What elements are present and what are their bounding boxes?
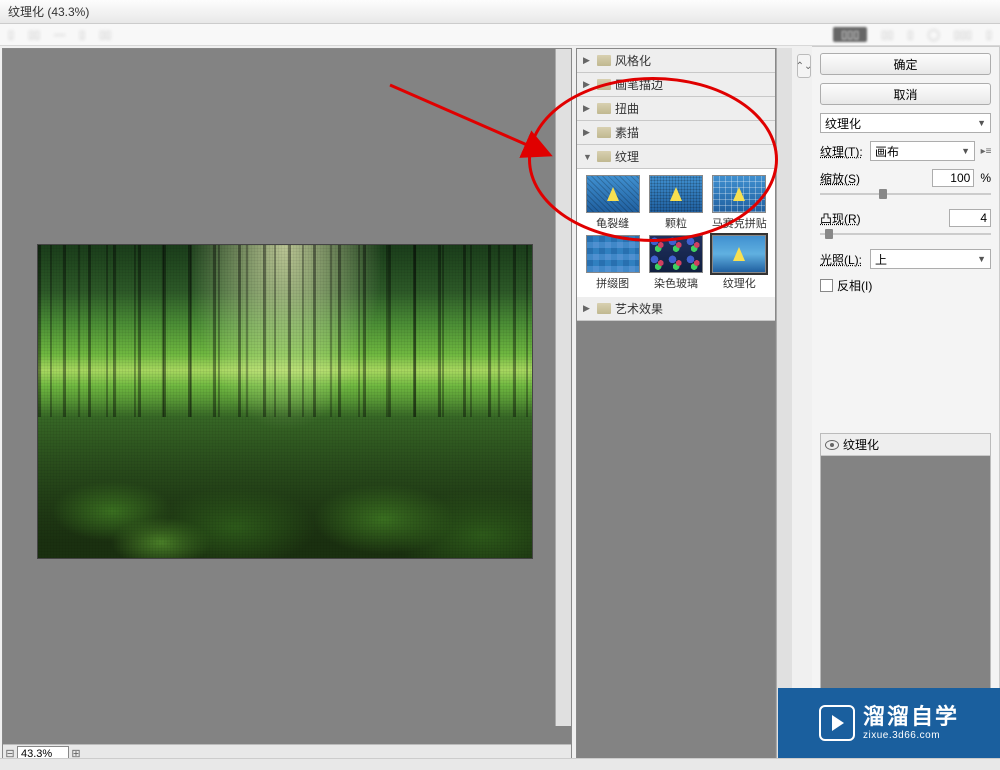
collapse-button[interactable]: ⌃⌄ bbox=[797, 54, 811, 78]
relief-input[interactable] bbox=[949, 209, 991, 227]
cancel-button[interactable]: 取消 bbox=[820, 83, 991, 105]
footer-bar bbox=[0, 758, 1000, 770]
category-sketch[interactable]: ▶ 素描 bbox=[577, 121, 775, 145]
filter-grain[interactable]: 颗粒 bbox=[646, 175, 705, 231]
filter-label: 颗粒 bbox=[665, 215, 687, 231]
filter-name-dropdown[interactable]: 纹理化 ▼ bbox=[820, 113, 991, 133]
watermark-url: zixue.3d66.com bbox=[863, 730, 959, 741]
chevron-right-icon: ▶ bbox=[583, 303, 593, 314]
settings-panel: 确定 取消 纹理化 ▼ 纹理(T): 画布 ▼ ▸≡ 缩放(S) % bbox=[812, 46, 1000, 770]
filter-craquelure[interactable]: 龟裂缝 bbox=[583, 175, 642, 231]
texture-filter-grid: 龟裂缝 颗粒 马赛克拼贴 拼缀图 染色玻璃 bbox=[577, 169, 775, 297]
filter-label: 纹理化 bbox=[723, 275, 756, 291]
invert-checkbox[interactable] bbox=[820, 279, 833, 292]
filter-label: 拼缀图 bbox=[596, 275, 629, 291]
dropdown-value: 上 bbox=[875, 251, 887, 268]
filter-label: 马赛克拼贴 bbox=[712, 215, 767, 231]
texture-label: 纹理(T): bbox=[820, 143, 864, 160]
filter-texturizer[interactable]: 纹理化 bbox=[710, 235, 769, 291]
invert-label: 反相(I) bbox=[837, 277, 872, 294]
category-label: 素描 bbox=[615, 124, 639, 141]
chevron-down-icon: ▼ bbox=[977, 118, 986, 128]
filter-stained-glass[interactable]: 染色玻璃 bbox=[646, 235, 705, 291]
light-direction-dropdown[interactable]: 上 ▼ bbox=[870, 249, 991, 269]
category-texture[interactable]: ▼ 纹理 bbox=[577, 145, 775, 169]
relief-label: 凸现(R) bbox=[820, 210, 943, 227]
scrollbar-vertical[interactable] bbox=[555, 49, 571, 726]
chevron-right-icon: ▶ bbox=[583, 103, 593, 114]
filter-label: 龟裂缝 bbox=[596, 215, 629, 231]
folder-icon bbox=[597, 55, 611, 66]
folder-icon bbox=[597, 79, 611, 90]
folder-icon bbox=[597, 103, 611, 114]
preview-image bbox=[38, 245, 532, 558]
category-label: 画笔描边 bbox=[615, 76, 663, 93]
scaling-input[interactable] bbox=[932, 169, 974, 187]
window-title: 纹理化 (43.3%) bbox=[8, 3, 89, 20]
chevron-right-icon: ▶ bbox=[583, 55, 593, 66]
category-artistic[interactable]: ▶ 艺术效果 bbox=[577, 297, 775, 321]
category-distort[interactable]: ▶ 扭曲 bbox=[577, 97, 775, 121]
relief-slider[interactable] bbox=[820, 227, 991, 241]
watermark-title: 溜溜自学 bbox=[863, 705, 959, 729]
popup-menu-icon[interactable]: ▸≡ bbox=[981, 146, 991, 156]
menu-bar: ▯▯▯—▯▯▯ ▯▯▯ ▯▯▯◯▯▯▯▯ bbox=[0, 24, 1000, 46]
category-brush[interactable]: ▶ 画笔描边 bbox=[577, 73, 775, 97]
category-label: 风格化 bbox=[615, 52, 651, 69]
scaling-slider[interactable] bbox=[820, 187, 991, 201]
folder-icon bbox=[597, 151, 611, 162]
play-logo-icon bbox=[819, 705, 855, 741]
percent-label: % bbox=[980, 171, 991, 185]
watermark: 溜溜自学 zixue.3d66.com bbox=[778, 688, 1000, 758]
category-label: 纹理 bbox=[615, 148, 639, 165]
folder-icon bbox=[597, 127, 611, 138]
category-label: 艺术效果 bbox=[615, 300, 663, 317]
dropdown-value: 纹理化 bbox=[825, 115, 861, 132]
visibility-icon[interactable] bbox=[825, 440, 839, 450]
chevron-down-icon: ▼ bbox=[977, 254, 986, 264]
category-stylize[interactable]: ▶ 风格化 bbox=[577, 49, 775, 73]
scaling-label: 缩放(S) bbox=[820, 170, 926, 187]
folder-icon bbox=[597, 303, 611, 314]
chevron-expand-icon: ⌃⌄ bbox=[796, 61, 813, 72]
chevron-down-icon: ▼ bbox=[583, 152, 593, 162]
preview-panel: ⊟ ⊞ bbox=[2, 48, 572, 763]
filter-label: 染色玻璃 bbox=[654, 275, 698, 291]
category-label: 扭曲 bbox=[615, 100, 639, 117]
texture-type-dropdown[interactable]: 画布 ▼ bbox=[870, 141, 975, 161]
chevron-down-icon: ▼ bbox=[961, 146, 970, 156]
chevron-right-icon: ▶ bbox=[583, 79, 593, 90]
ok-button[interactable]: 确定 bbox=[820, 53, 991, 75]
dropdown-value: 画布 bbox=[875, 143, 899, 160]
filter-mosaic[interactable]: 马赛克拼贴 bbox=[710, 175, 769, 231]
chevron-right-icon: ▶ bbox=[583, 127, 593, 138]
layer-name: 纹理化 bbox=[843, 436, 879, 453]
filter-patchwork[interactable]: 拼缀图 bbox=[583, 235, 642, 291]
scrollbar-vertical[interactable] bbox=[776, 48, 792, 770]
light-label: 光照(L): bbox=[820, 251, 864, 268]
